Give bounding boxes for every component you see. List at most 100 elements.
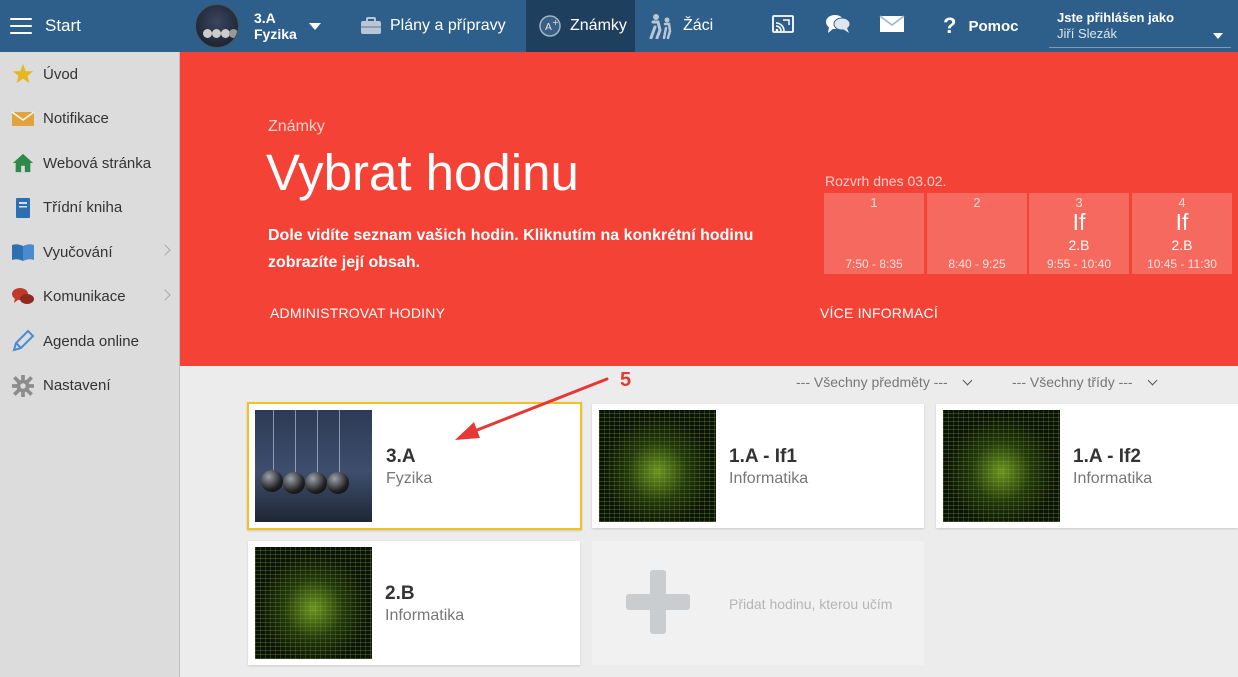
cast-button[interactable] <box>771 0 795 52</box>
schedule-period: 3 <box>1075 195 1083 210</box>
schedule-cell[interactable]: 4 If 2.B 10:45 - 11:30 <box>1132 193 1232 274</box>
schedule-time: 10:45 - 11:30 <box>1147 257 1217 271</box>
plus-icon <box>626 570 690 634</box>
schedule-period: 1 <box>870 195 878 210</box>
lesson-card-name: 3.A <box>386 446 416 467</box>
subject-filter-value: --- Všechny předměty --- <box>796 374 948 390</box>
help-button[interactable]: ? Pomoc <box>943 0 1018 52</box>
chevron-down-icon <box>1213 33 1223 39</box>
schedule-period: 2 <box>973 195 981 210</box>
envelope-icon <box>11 108 35 130</box>
lesson-card[interactable]: 2.B Informatika <box>248 541 580 665</box>
hero-description-line: Dole vidíte seznam vašich hodin. Kliknut… <box>268 227 754 244</box>
lesson-thumbnail <box>599 410 716 522</box>
hero-kicker: Známky <box>268 118 325 135</box>
help-label: Pomoc <box>968 17 1019 35</box>
schedule-cell[interactable]: 3 If 2.B 9:55 - 10:40 <box>1029 193 1129 274</box>
question-mark-icon: ? <box>943 13 957 38</box>
chevron-down-icon <box>962 375 973 385</box>
sidebar-item-label: Vyučování <box>43 243 113 261</box>
sidebar: Úvod Notifikace Webová stránka Třídní kn… <box>0 52 180 677</box>
hero-banner: Známky Vybrat hodinu Dole vidíte seznam … <box>180 52 1238 366</box>
nav-students[interactable]: Žáci <box>647 0 713 52</box>
chevron-down-icon <box>1147 375 1158 385</box>
class-selector-subject: Fyzika <box>254 26 297 42</box>
nav-students-label: Žáci <box>683 17 714 34</box>
class-selector-text: 3.A Fyzika <box>254 10 297 42</box>
lesson-card-name: 1.A - If2 <box>1073 446 1141 467</box>
nav-plans-label: Plány a přípravy <box>390 17 506 34</box>
lesson-card[interactable]: 1.A - If1 Informatika <box>592 404 924 528</box>
lesson-card-subject: Fyzika <box>386 470 433 487</box>
chat-icon <box>11 286 35 308</box>
sidebar-item-uvod[interactable]: Úvod <box>0 52 179 97</box>
top-bar: Start 3.A Fyzika Plány a přípravy A + Zná… <box>0 0 1238 52</box>
book-icon <box>11 197 35 219</box>
sidebar-item-notifikace[interactable]: Notifikace <box>0 97 179 142</box>
lesson-card-subject: Informatika <box>385 607 465 624</box>
lesson-card[interactable]: 1.A - If2 Informatika <box>936 404 1238 528</box>
schedule-time: 7:50 - 8:35 <box>845 257 903 271</box>
svg-text:+: + <box>552 18 559 27</box>
annotation-number: 5 <box>620 369 632 391</box>
envelope-icon <box>879 14 905 38</box>
sidebar-item-nastaveni[interactable]: Nastavení <box>0 364 179 409</box>
hamburger-icon <box>10 18 32 34</box>
schedule-class: 2.B <box>1068 237 1090 253</box>
admin-lessons-link[interactable]: ADMINISTROVAT HODINY <box>270 305 445 321</box>
hero-description-line: zobrazíte její obsah. <box>268 254 421 271</box>
sidebar-item-label: Třídní kniha <box>43 199 123 217</box>
add-lesson-card[interactable]: Přidat hodinu, kterou učím <box>592 541 924 665</box>
grade-icon: A + <box>538 14 562 38</box>
chat-button[interactable] <box>825 0 851 52</box>
start-menu-button[interactable]: Start <box>0 0 180 52</box>
subject-filter-select[interactable]: --- Všechny předměty --- <box>796 374 973 390</box>
class-filter-value: --- Všechny třídy --- <box>1012 374 1133 390</box>
sidebar-item-vyucovani[interactable]: Vyučování <box>0 230 179 275</box>
class-avatar <box>195 4 239 48</box>
schedule-period: 4 <box>1178 195 1186 210</box>
add-lesson-label: Přidat hodinu, kterou učím <box>729 596 893 612</box>
schedule-subject: If <box>1175 209 1189 235</box>
chevron-right-icon <box>159 244 171 256</box>
class-selector-name: 3.A <box>254 10 276 26</box>
page-title: Vybrat hodinu <box>266 144 579 201</box>
class-filter-select[interactable]: --- Všechny třídy --- <box>1012 374 1158 390</box>
hero-description: Dole vidíte seznam vašich hodin. Kliknut… <box>268 222 788 276</box>
user-account-selector[interactable]: Jste přihlášen jako Jiří Slezák <box>1049 6 1231 48</box>
schedule-time: 8:40 - 9:25 <box>948 257 1006 271</box>
sidebar-item-agenda-online[interactable]: Agenda online <box>0 319 179 364</box>
sidebar-item-webova-stranka[interactable]: Webová stránka <box>0 141 179 186</box>
sidebar-item-tridni-kniha[interactable]: Třídní kniha <box>0 186 179 231</box>
schedule-title: Rozvrh dnes 03.02. <box>825 173 947 189</box>
lesson-thumbnail <box>943 410 1060 522</box>
class-selector[interactable]: 3.A Fyzika <box>195 4 321 48</box>
lesson-card-subject: Informatika <box>729 470 809 487</box>
pencil-icon <box>11 329 35 352</box>
briefcase-icon <box>360 17 382 35</box>
lesson-card-name: 1.A - If1 <box>729 446 797 467</box>
more-info-link[interactable]: VÍCE INFORMACÍ <box>820 305 938 321</box>
lesson-card[interactable]: 3.A Fyzika <box>247 402 582 530</box>
sidebar-item-label: Agenda online <box>43 332 139 350</box>
chevron-right-icon <box>159 288 171 301</box>
mail-button[interactable] <box>879 0 905 52</box>
sidebar-item-label: Webová stránka <box>43 154 152 172</box>
star-icon <box>11 63 35 85</box>
schedule-cell[interactable]: 2 8:40 - 9:25 <box>927 193 1027 274</box>
lesson-card-subject: Informatika <box>1073 470 1153 487</box>
login-label: Jste přihlášen jako <box>1057 10 1175 25</box>
nav-plans[interactable]: Plány a přípravy <box>356 0 510 52</box>
schedule-subject: If <box>1072 209 1086 235</box>
schedule-class: 2.B <box>1171 237 1193 253</box>
cast-icon <box>771 14 795 39</box>
sidebar-item-label: Komunikace <box>43 288 126 306</box>
sidebar-item-komunikace[interactable]: Komunikace <box>0 275 179 320</box>
schedule-cell[interactable]: 1 7:50 - 8:35 <box>824 193 924 274</box>
sidebar-item-label: Úvod <box>43 65 79 83</box>
nav-grades[interactable]: A + Známky <box>526 0 635 52</box>
lesson-thumbnail <box>255 410 372 522</box>
gear-icon <box>11 374 35 397</box>
chat-bubbles-icon <box>825 13 851 40</box>
house-icon <box>11 152 35 174</box>
